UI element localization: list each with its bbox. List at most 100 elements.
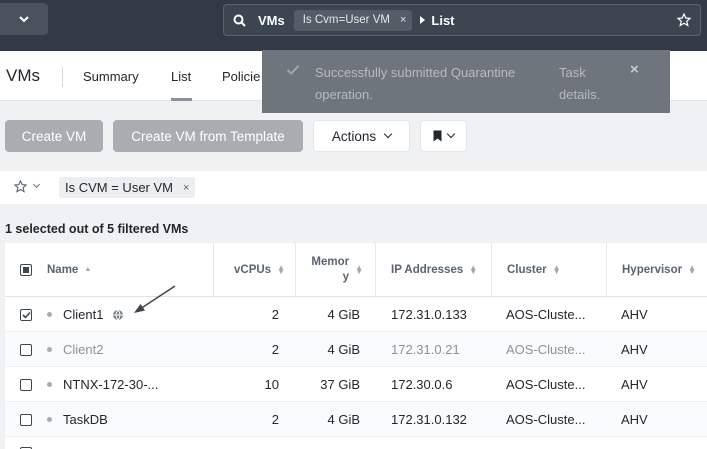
close-icon[interactable]: × xyxy=(183,182,189,194)
select-all-checkbox[interactable] xyxy=(20,243,32,297)
actions-dropdown-label: Actions xyxy=(331,128,377,144)
search-filter-chip[interactable]: Is Cvm=User VM × xyxy=(293,9,413,31)
memory-cell: 4 GiB xyxy=(327,342,360,357)
checkbox-empty-icon xyxy=(20,343,32,356)
sort-icon: ▲ ▼ xyxy=(355,263,363,276)
close-icon[interactable]: × xyxy=(400,14,406,26)
selection-count: 1 selected out of 5 filtered VMs xyxy=(5,222,189,236)
column-header-vcpus[interactable]: vCPUs ▲ ▼ xyxy=(213,243,295,297)
active-tab-indicator xyxy=(171,98,192,101)
memory-cell: 37 GiB xyxy=(320,377,360,392)
task-details-link[interactable]: Task details. xyxy=(559,62,619,106)
search-icon xyxy=(233,13,247,27)
sort-icon: ▲ ▼ xyxy=(688,263,697,276)
vm-name-cell[interactable]: NTNX-172-30-... xyxy=(47,367,158,402)
ip-cell: 172.31.0.21 xyxy=(391,342,460,357)
checkbox-empty-icon xyxy=(20,378,32,391)
table-row[interactable]: NTNX-172-30-... 10 37 GiB 172.30.0.6 AOS… xyxy=(5,367,707,402)
column-header-name[interactable]: Name ▲ xyxy=(47,243,91,297)
chevron-down-icon xyxy=(32,180,41,189)
power-state-dot xyxy=(47,382,52,387)
checkmark-icon xyxy=(286,64,300,79)
vcpus-cell: 10 xyxy=(264,377,279,392)
bookmark-dropdown[interactable] xyxy=(420,120,467,152)
row-checkbox[interactable] xyxy=(20,402,32,437)
global-search-bar[interactable]: VMs Is Cvm=User VM × List xyxy=(223,4,701,36)
chevron-down-icon xyxy=(383,129,393,139)
column-header-cluster[interactable]: Cluster ▲ ▼ xyxy=(491,243,606,297)
hypervisor-cell: AHV xyxy=(621,377,648,392)
table-row[interactable] xyxy=(5,437,707,449)
vm-name-cell[interactable]: Client1 xyxy=(47,297,124,332)
star-icon[interactable] xyxy=(676,12,692,32)
active-filter-chip[interactable]: Is CVM = User VM × xyxy=(59,177,196,198)
tab-list[interactable]: List xyxy=(171,69,191,84)
chevron-down-icon xyxy=(19,15,29,22)
star-icon xyxy=(14,180,27,193)
cluster-cell[interactable]: AOS-Cluste... xyxy=(506,332,585,367)
caret-right-icon xyxy=(420,16,426,24)
tab-policies[interactable]: Policie xyxy=(222,69,260,84)
power-state-dot xyxy=(47,312,52,317)
column-header-memory-line1: Memor xyxy=(311,256,350,268)
filter-bar: Is CVM = User VM × xyxy=(0,171,707,204)
column-header-memory-label: Memor y xyxy=(311,255,349,285)
column-header-ip-addresses[interactable]: IP Addresses ▲ ▼ xyxy=(375,243,491,297)
column-header-vcpus-label: vCPUs xyxy=(234,264,272,276)
vm-name: TaskDB xyxy=(63,412,108,427)
table-row[interactable]: Client1 2 4 GiB 172.31.0.133 AOS-Cluste.… xyxy=(5,297,707,332)
cluster-cell[interactable]: AOS-Cluste... xyxy=(506,297,585,332)
vm-table: Name ▲ vCPUs ▲ ▼ Memor y ▲ ▼ IP Addresses … xyxy=(5,243,707,449)
cluster-cell[interactable]: AOS-Cluste... xyxy=(506,367,585,402)
row-checkbox[interactable] xyxy=(20,297,32,332)
close-icon[interactable]: × xyxy=(630,61,639,78)
column-header-hypervisor-label: Hypervisor xyxy=(622,264,683,276)
table-row[interactable]: Client2 2 4 GiB 172.31.0.21 AOS-Cluste..… xyxy=(5,332,707,367)
actions-dropdown[interactable]: Actions xyxy=(313,120,410,152)
search-filter-chip-label: Is Cvm=User VM xyxy=(302,14,390,26)
sort-icon: ▲ ▼ xyxy=(469,263,478,276)
page-title: VMs xyxy=(6,66,40,85)
vcpus-cell: 2 xyxy=(271,412,279,427)
table-header: Name ▲ vCPUs ▲ ▼ Memor y ▲ ▼ IP Addresses … xyxy=(5,243,707,297)
hypervisor-cell: AHV xyxy=(621,342,648,357)
column-header-cluster-label: Cluster xyxy=(507,264,547,276)
checkbox-partial-icon xyxy=(20,264,32,276)
create-vm-button[interactable]: Create VM xyxy=(5,120,103,152)
vm-name-cell[interactable]: TaskDB xyxy=(47,402,108,437)
toast-message: Successfully submitted Quarantine operat… xyxy=(315,65,516,102)
vm-name: Client2 xyxy=(63,342,104,357)
header-divider xyxy=(62,67,63,87)
main-menu-button[interactable] xyxy=(0,3,48,35)
tab-summary[interactable]: Summary xyxy=(83,69,139,84)
sort-icon: ▲ ▼ xyxy=(277,263,285,276)
column-header-hypervisor[interactable]: Hypervisor ▲ ▼ xyxy=(606,243,707,297)
column-header-name-label: Name xyxy=(47,264,79,276)
row-checkbox[interactable] xyxy=(20,332,32,367)
column-header-memory-line2: y xyxy=(342,271,350,283)
active-filter-chip-label: Is CVM = User VM xyxy=(65,180,173,195)
row-checkbox[interactable] xyxy=(20,437,32,449)
hypervisor-cell: AHV xyxy=(621,307,648,322)
saved-filters-dropdown[interactable] xyxy=(14,180,41,193)
column-header-memory[interactable]: Memor y ▲ ▼ xyxy=(295,243,375,297)
vm-name-cell[interactable]: Client2 xyxy=(47,332,103,367)
power-state-dot xyxy=(47,347,52,352)
memory-cell: 4 GiB xyxy=(327,307,360,322)
search-entity-label: VMs xyxy=(258,12,285,28)
vm-name: Client1 xyxy=(63,307,104,322)
column-header-ip-label: IP Addresses xyxy=(391,264,464,276)
ip-cell: 172.31.0.133 xyxy=(391,307,467,322)
table-row[interactable]: TaskDB 2 4 GiB 172.31.0.132 AOS-Cluste..… xyxy=(5,402,707,437)
memory-cell: 4 GiB xyxy=(327,412,360,427)
top-navigation-bar: VMs Is Cvm=User VM × List xyxy=(0,0,707,51)
sort-ascending-icon: ▲ xyxy=(84,266,92,273)
row-checkbox[interactable] xyxy=(20,367,32,402)
vcpus-cell: 2 xyxy=(271,307,279,322)
annotation-arrow xyxy=(134,285,176,313)
create-vm-from-template-button[interactable]: Create VM from Template xyxy=(113,120,303,152)
cluster-cell[interactable]: AOS-Cluste... xyxy=(506,402,585,437)
vcpus-cell: 2 xyxy=(271,342,279,357)
checkbox-checked-icon xyxy=(20,308,32,321)
hypervisor-cell: AHV xyxy=(621,412,648,427)
